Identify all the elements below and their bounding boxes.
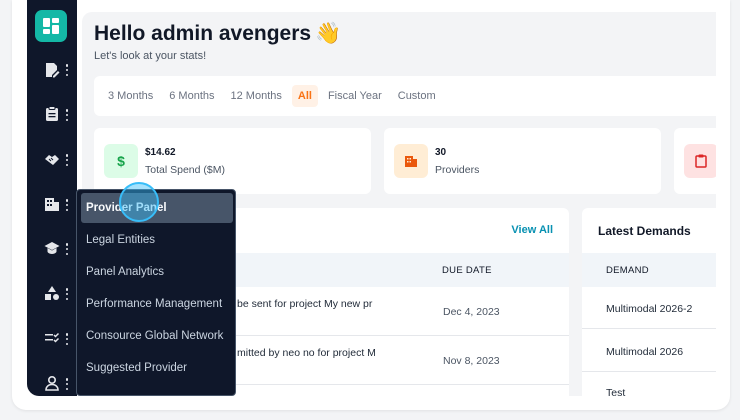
- due-date-header: DUE DATE: [442, 265, 492, 276]
- user-icon[interactable]: [41, 372, 63, 394]
- checklist-icon[interactable]: [41, 327, 63, 349]
- menu-item-suggested-provider[interactable]: Suggested Provider: [81, 353, 233, 383]
- stat-label: Total Spend ($M): [145, 164, 225, 176]
- menu-item-performance-management[interactable]: Performance Management: [81, 289, 233, 319]
- row-divider: [582, 328, 716, 329]
- dashboard-icon[interactable]: [35, 10, 67, 42]
- task-description[interactable]: mitted by neo no for project M: [237, 347, 376, 359]
- more-options-icon[interactable]: [65, 109, 69, 121]
- stat-card-demands[interactable]: [674, 128, 716, 194]
- more-options-icon[interactable]: [65, 378, 69, 390]
- menu-item-consource-global-network[interactable]: Consource Global Network: [81, 321, 233, 351]
- providers-flyout-menu: Provider Panel Legal Entities Panel Anal…: [76, 189, 236, 396]
- demand-header: DEMAND: [606, 265, 649, 276]
- stat-value: $14.62: [145, 147, 176, 158]
- more-options-icon[interactable]: [65, 64, 69, 76]
- stat-value: 30: [435, 147, 447, 158]
- more-options-icon[interactable]: [65, 243, 69, 255]
- document-edit-icon[interactable]: [41, 59, 63, 81]
- menu-item-panel-analytics[interactable]: Panel Analytics: [81, 257, 233, 287]
- demand-row[interactable]: Multimodal 2026-2: [606, 303, 692, 315]
- building-icon[interactable]: [41, 193, 63, 215]
- page-subtitle: Let's look at your stats!: [94, 50, 207, 62]
- dollar-icon: $: [104, 144, 138, 178]
- waving-hand-icon: 👋: [315, 22, 342, 45]
- tab-all[interactable]: All: [291, 85, 318, 107]
- panel-title: Latest Demands: [598, 224, 691, 238]
- clipboard-icon[interactable]: [41, 103, 63, 125]
- click-indicator: [119, 182, 159, 222]
- task-due-date: Nov 8, 2023: [443, 355, 500, 367]
- stat-label: Providers: [435, 164, 480, 176]
- tab-6-months[interactable]: 6 Months: [163, 85, 220, 107]
- building-icon: [394, 144, 428, 178]
- table-header: DEMAND: [582, 253, 716, 287]
- demand-row[interactable]: Test: [606, 387, 625, 396]
- task-description[interactable]: be sent for project My new pr: [237, 298, 372, 310]
- task-due-date: Dec 4, 2023: [443, 306, 500, 318]
- sidebar: [27, 0, 77, 396]
- clipboard-icon: [684, 144, 716, 178]
- menu-item-legal-entities[interactable]: Legal Entities: [81, 225, 233, 255]
- tab-custom[interactable]: Custom: [392, 85, 442, 107]
- greeting-text: Hello admin avengers: [94, 22, 312, 45]
- tab-fiscal-year[interactable]: Fiscal Year: [322, 85, 388, 107]
- time-filter-tabs: 3 Months 6 Months 12 Months All Fiscal Y…: [94, 76, 716, 116]
- graduation-cap-icon[interactable]: [41, 237, 63, 259]
- view-all-link[interactable]: View All: [511, 224, 553, 236]
- more-options-icon[interactable]: [65, 333, 69, 345]
- page-title: Hello admin avengers 👋: [94, 22, 341, 46]
- shapes-icon[interactable]: [41, 282, 63, 304]
- tab-3-months[interactable]: 3 Months: [102, 85, 159, 107]
- row-divider: [582, 371, 716, 372]
- stat-card-providers[interactable]: 30 Providers: [384, 128, 661, 194]
- handshake-icon[interactable]: [41, 148, 63, 170]
- more-options-icon[interactable]: [65, 288, 69, 300]
- demand-row[interactable]: Multimodal 2026: [606, 346, 683, 358]
- more-options-icon[interactable]: [65, 199, 69, 211]
- latest-demands-panel: Latest Demands DEMAND Multimodal 2026-2 …: [582, 208, 716, 396]
- tab-12-months[interactable]: 12 Months: [225, 85, 288, 107]
- more-options-icon[interactable]: [65, 154, 69, 166]
